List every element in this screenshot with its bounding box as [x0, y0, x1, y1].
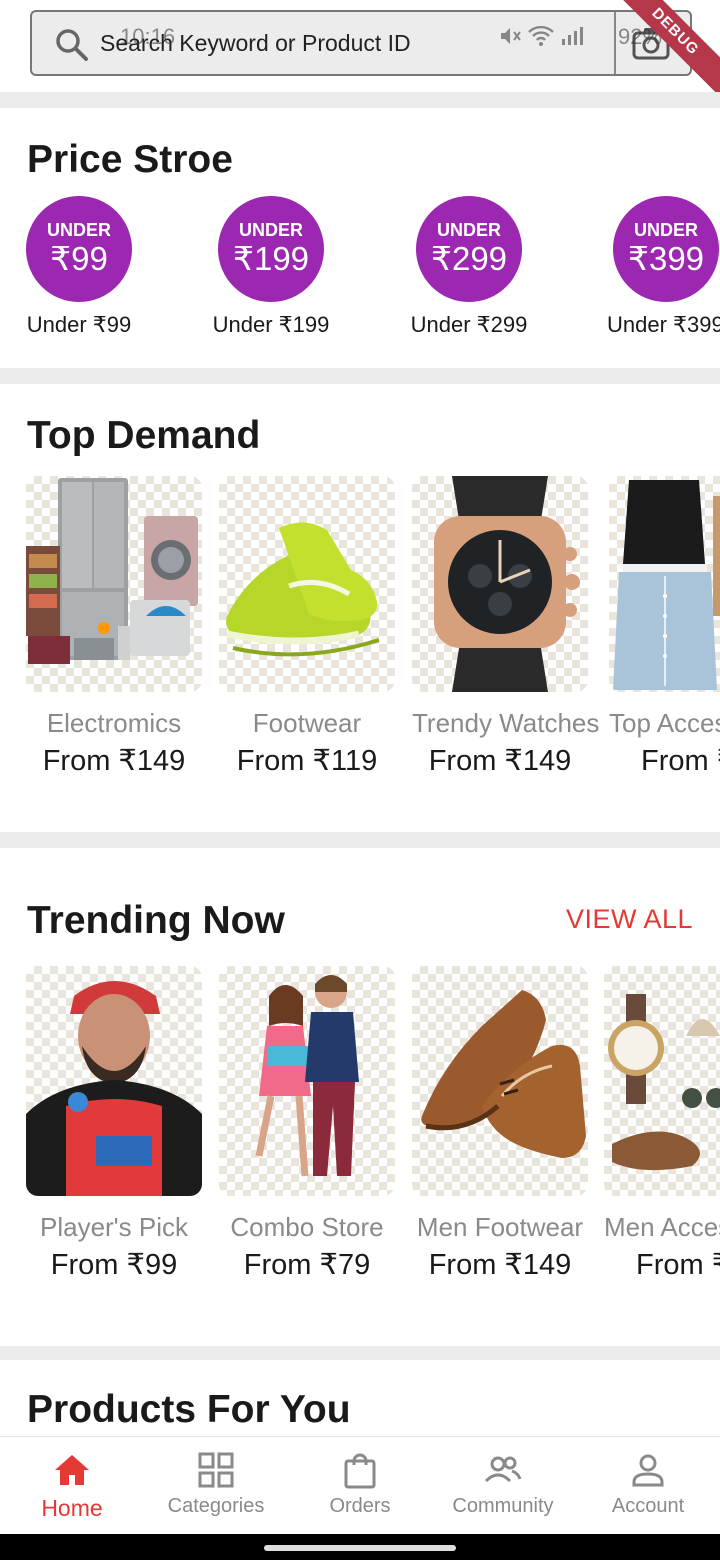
card-title: Men Footwear	[416, 1212, 584, 1242]
top-header: Search Keyword or Product ID 10:16 92% D…	[0, 0, 720, 103]
top-demand-card[interactable]: Footwear From ₹119	[219, 476, 395, 778]
price-badge: UNDER ₹399	[613, 196, 719, 302]
price-store-item[interactable]: UNDER ₹299 Under ₹299	[394, 196, 544, 338]
section-divider	[0, 92, 720, 108]
search-divider	[614, 12, 616, 74]
status-time: 10:16	[120, 24, 176, 49]
status-icons	[498, 24, 584, 48]
sneakers-image	[219, 476, 395, 692]
nav-community[interactable]: Community	[431, 1451, 575, 1518]
card-price: From ₹149	[428, 1249, 572, 1281]
nav-label: Account	[611, 1495, 685, 1517]
app-screen: Search Keyword or Product ID 10:16 92% D…	[0, 0, 720, 1560]
card-title: Trendy Watches	[412, 708, 600, 738]
price-store-item[interactable]: UNDER ₹99 Under ₹99	[4, 196, 154, 338]
system-nav-bar	[0, 1534, 720, 1560]
card-title: Player's Pick	[39, 1212, 188, 1242]
bag-icon	[344, 1453, 376, 1489]
card-title: Top Accessories	[609, 708, 720, 738]
price-label: Under ₹299	[410, 312, 528, 337]
grid-icon	[198, 1452, 234, 1488]
people-icon	[484, 1456, 522, 1483]
outfit-image	[609, 476, 720, 692]
card-price: From ₹99	[636, 1249, 720, 1281]
price-badge: UNDER ₹199	[218, 196, 324, 302]
accessories-image	[604, 966, 720, 1196]
card-price: From ₹99	[50, 1249, 178, 1281]
price-store-item[interactable]: UNDER ₹199 Under ₹199	[196, 196, 346, 338]
trending-card[interactable]: Combo Store From ₹79	[219, 966, 395, 1282]
price-store-item[interactable]: UNDER ₹399 Under ₹399	[591, 196, 720, 338]
top-demand-card[interactable]: Top Accessories From ₹99	[609, 476, 720, 778]
card-title: Footwear	[252, 708, 362, 738]
wifi-icon	[528, 25, 554, 46]
price-badge: UNDER ₹299	[416, 196, 522, 302]
card-title: Electromics	[46, 708, 182, 738]
card-title: Combo Store	[230, 1212, 384, 1242]
mute-icon	[501, 28, 521, 44]
price-label: Under ₹199	[212, 312, 330, 337]
section-divider	[0, 832, 720, 848]
home-icon	[55, 1455, 89, 1485]
home-indicator[interactable]	[264, 1545, 456, 1551]
card-title: Men Accessories	[604, 1212, 720, 1242]
trending-title: Trending Now	[27, 899, 285, 942]
nav-account[interactable]: Account	[576, 1451, 720, 1518]
card-price: From ₹79	[243, 1249, 371, 1281]
price-label: Under ₹399	[607, 312, 720, 337]
top-demand-card[interactable]: Electromics From ₹149	[26, 476, 202, 778]
nav-categories[interactable]: Categories	[144, 1451, 288, 1518]
view-all-link[interactable]: VIEW ALL	[566, 904, 693, 935]
top-demand-title: Top Demand	[27, 414, 261, 457]
shoes-image	[412, 966, 588, 1196]
price-badge: UNDER ₹99	[26, 196, 132, 302]
products-title: Products For You	[27, 1388, 351, 1431]
watch-image	[412, 476, 588, 692]
card-price: From ₹99	[641, 745, 720, 777]
section-divider	[0, 1346, 720, 1360]
price-label: Under ₹99	[26, 312, 132, 337]
player-image	[26, 966, 202, 1196]
card-price: From ₹149	[42, 745, 186, 777]
appliances-image	[26, 476, 202, 692]
section-divider	[0, 368, 720, 384]
card-price: From ₹119	[236, 745, 378, 777]
couple-image	[219, 966, 395, 1196]
nav-label: Categories	[167, 1495, 265, 1517]
search-icon	[56, 29, 88, 61]
bottom-navigation: Home Categories Orders Community Account	[0, 1436, 720, 1534]
trending-card[interactable]: Player's Pick From ₹99	[26, 966, 202, 1282]
person-icon	[632, 1454, 664, 1487]
nav-label: Orders	[329, 1495, 391, 1517]
nav-label: Community	[452, 1495, 554, 1517]
top-demand-card[interactable]: Trendy Watches From ₹149	[412, 476, 600, 778]
nav-label: Home	[41, 1495, 103, 1521]
price-store-title: Price Stroe	[27, 138, 233, 181]
trending-card[interactable]: Men Accessories From ₹99	[604, 966, 720, 1282]
nav-orders[interactable]: Orders	[288, 1451, 432, 1518]
nav-home[interactable]: Home	[0, 1451, 144, 1522]
trending-card[interactable]: Men Footwear From ₹149	[412, 966, 588, 1282]
signal-icon	[562, 27, 583, 45]
card-price: From ₹149	[428, 745, 572, 777]
